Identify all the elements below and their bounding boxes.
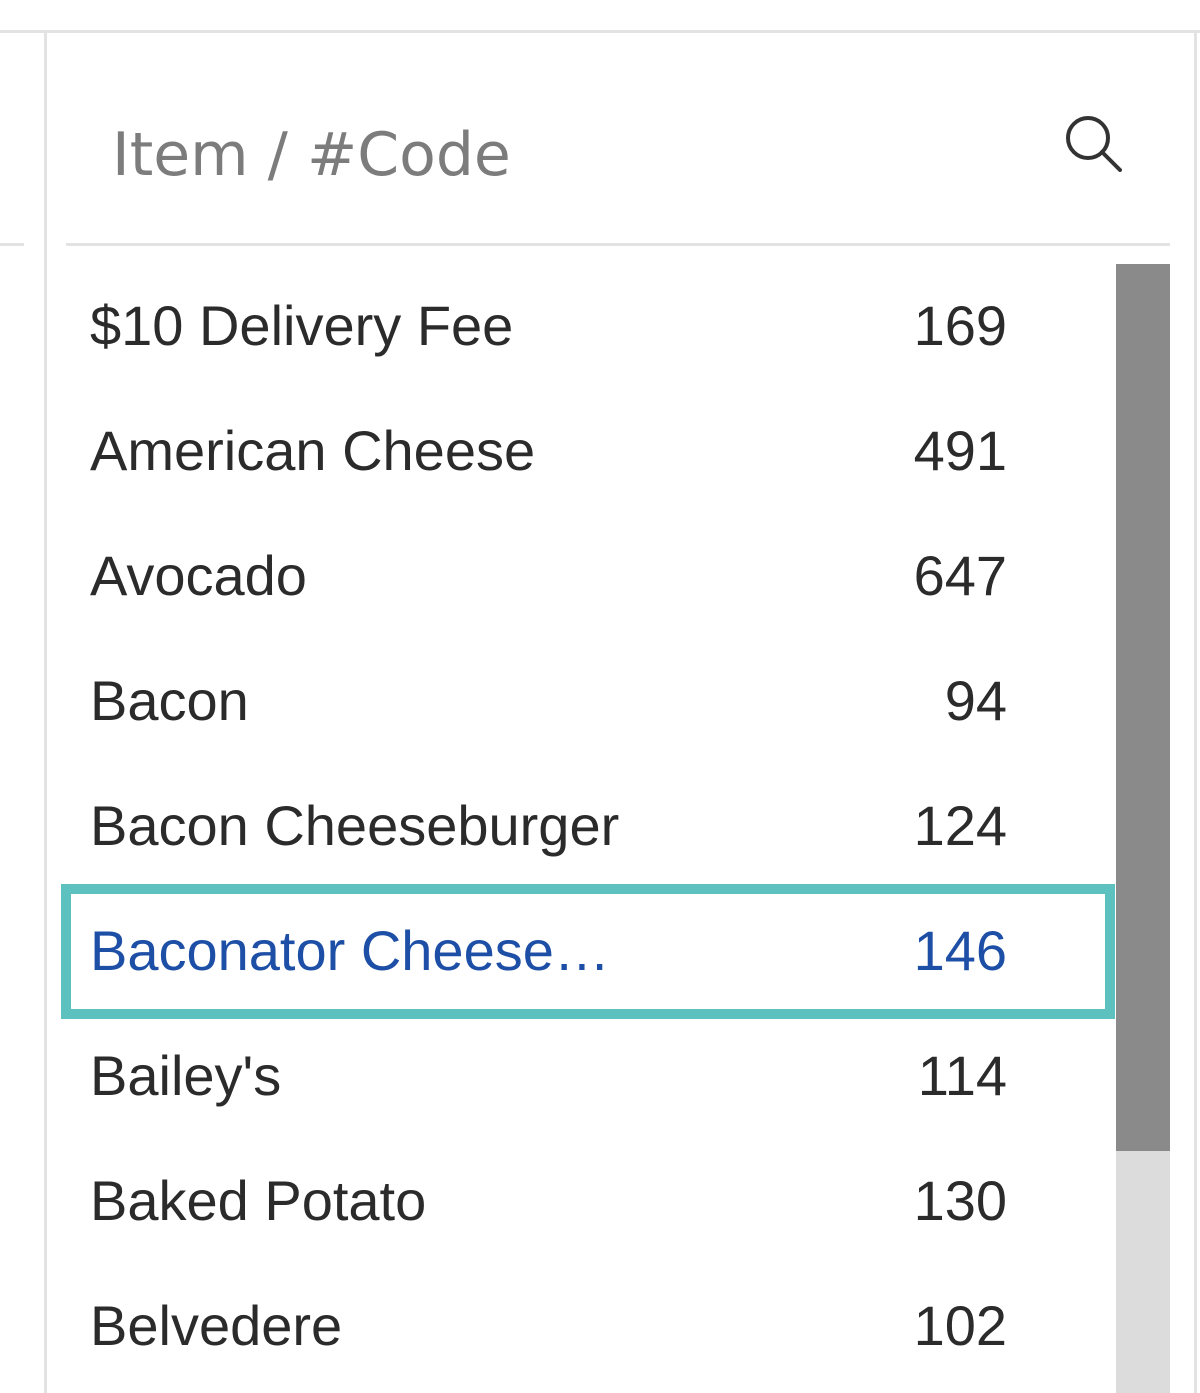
search-divider bbox=[66, 243, 1170, 246]
item-name: Avocado bbox=[90, 544, 307, 607]
list-item[interactable]: Bacon 94 bbox=[66, 639, 1110, 764]
item-name: $10 Delivery Fee bbox=[90, 294, 514, 357]
item-name: Baconator Cheese… bbox=[90, 919, 610, 982]
list-item[interactable]: Bacon Cheeseburger 124 bbox=[66, 764, 1110, 889]
item-code: 491 bbox=[913, 419, 1007, 482]
list-item[interactable]: Baked Potato 130 bbox=[66, 1139, 1110, 1264]
list-item[interactable]: Bailey's 114 bbox=[66, 1014, 1110, 1139]
item-code: 647 bbox=[913, 544, 1007, 607]
item-code: 94 bbox=[944, 669, 1007, 732]
list-item[interactable]: $10 Delivery Fee 169 bbox=[66, 264, 1110, 389]
list-item[interactable]: Belvedere 102 bbox=[66, 1264, 1110, 1389]
search-input[interactable] bbox=[66, 90, 1026, 220]
search-bar bbox=[66, 90, 1170, 240]
item-name: Bailey's bbox=[90, 1044, 282, 1107]
item-code: 130 bbox=[913, 1169, 1007, 1232]
item-code: 169 bbox=[913, 294, 1007, 357]
item-name: Bacon Cheeseburger bbox=[90, 794, 620, 857]
item-code: 124 bbox=[913, 794, 1007, 857]
list-item[interactable]: American Cheese 491 bbox=[66, 389, 1110, 514]
item-name: Bacon bbox=[90, 669, 249, 732]
scrollbar-thumb[interactable] bbox=[1116, 264, 1170, 1151]
left-panel-divider bbox=[0, 243, 24, 246]
item-code: 146 bbox=[913, 919, 1007, 982]
search-icon[interactable] bbox=[1058, 108, 1130, 180]
list-item[interactable]: Avocado 647 bbox=[66, 514, 1110, 639]
item-code: 102 bbox=[913, 1294, 1007, 1357]
list-item-selected[interactable]: Baconator Cheese… 146 bbox=[61, 884, 1115, 1019]
item-code: 114 bbox=[917, 1044, 1007, 1107]
scrollbar-track[interactable] bbox=[1116, 264, 1170, 1393]
item-name: Belvedere bbox=[90, 1294, 343, 1357]
item-name: Baked Potato bbox=[90, 1169, 427, 1232]
item-list: $10 Delivery Fee 169 American Cheese 491… bbox=[61, 264, 1115, 1389]
item-name: American Cheese bbox=[90, 419, 536, 482]
